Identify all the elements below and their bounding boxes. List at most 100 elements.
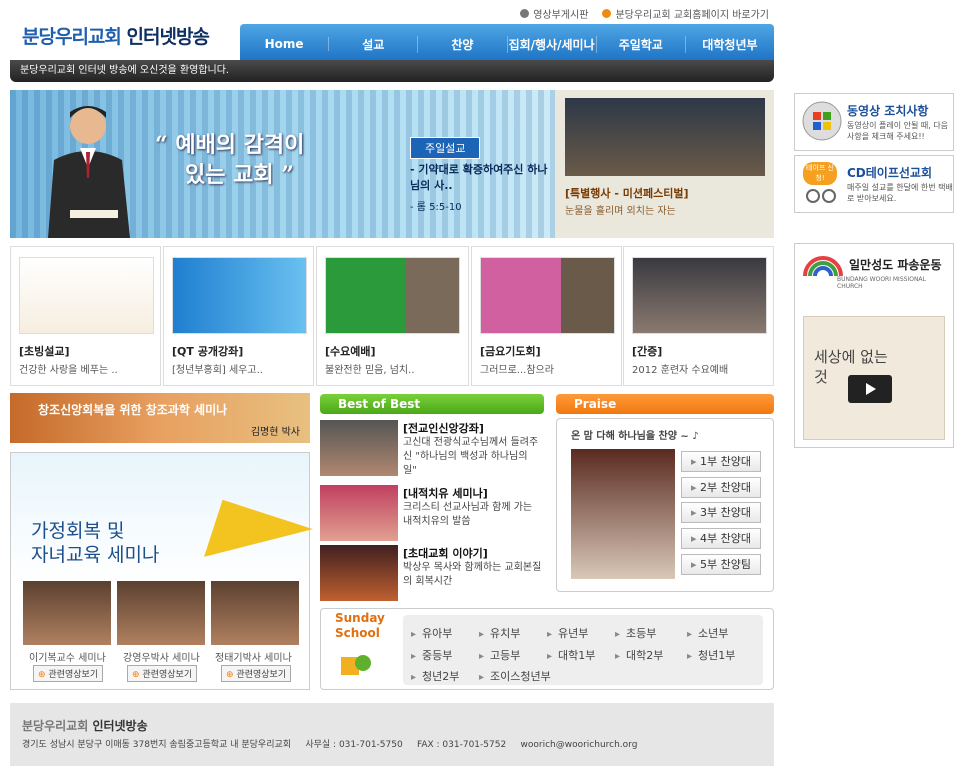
windows-media-icon [802,101,842,141]
tape-badge: 테이프 신청! [803,162,837,185]
arrow-icon: ▸ [690,481,697,494]
video-thumbnail [325,257,460,334]
video-thumbnail [19,257,154,334]
cassette-icon [806,189,836,203]
related-video-button[interactable]: ⊕ 관련영상보기 [33,665,104,682]
praise-header: Praise [556,394,774,414]
event-photo [565,98,765,176]
dept-link[interactable]: 초등부 [615,625,656,641]
nav-sermon[interactable]: 설교 [329,35,419,53]
dept-link[interactable]: 고등부 [479,647,520,663]
sunday-school-box: Sunday School 유아부 유치부 유년부 초등부 소년부 중등부 고등… [320,608,774,690]
logo-church-name: 분당우리교회 [22,26,122,48]
choir-1-button[interactable]: ▸ 1부 찬양대 [681,451,761,472]
sermon-title[interactable]: - 기약대로 확증하여주신 하나님의 사.. [410,162,550,194]
video-help-title: 동영상 조치사항 [847,104,929,118]
logo-broadcast: 인터넷방송 [126,26,210,48]
bullet-icon [602,9,612,18]
speaker-photo[interactable] [117,581,205,645]
video-thumbnail [480,257,615,334]
special-event-box[interactable]: [특별행사 - 미션페스티벌] 눈물을 흘리며 외치는 자는 [555,90,774,238]
dept-link[interactable]: 유아부 [411,625,452,641]
dept-link[interactable]: 유치부 [479,625,520,641]
dept-link[interactable]: 중등부 [411,647,452,663]
video-thumbnail [172,257,307,334]
dept-link[interactable]: 조이스청년부 [479,668,551,684]
best-item-photo [320,545,398,601]
dept-link[interactable]: 소년부 [687,625,728,641]
video-card-wednesday[interactable]: [수요예배] 불완전한 믿음, 넘치.. [316,246,469,386]
welcome-bar: 분당우리교회 인터넷 방송에 오신것을 환영합니다. [10,60,774,82]
play-button[interactable] [848,375,892,403]
sunday-school-logo: Sunday School [335,611,385,640]
related-video-button[interactable]: ⊕ 관련영상보기 [221,665,292,682]
choir-4-button[interactable]: ▸ 4부 찬양대 [681,528,761,549]
mission-banner[interactable]: 일만성도 파송운동 BUNDANG WOORI MISSIONAL CHURCH… [794,243,954,448]
toplink-homepage[interactable]: 분당우리교회 교회홈페이지 바로가기 [602,6,769,21]
best-item[interactable]: [전교인신앙강좌] 고신대 전광식교수님께서 들려주신 "하나님의 백성과 하나… [320,420,544,478]
dept-link[interactable]: 유년부 [547,625,588,641]
video-card-friday[interactable]: [금요기도회] 그러므로...참으라 [471,246,622,386]
cd-mission-banner[interactable]: 테이프 신청! CD테이프선교회 매주일 설교를 한달에 한번 택배로 받아보세… [794,155,954,213]
toplink-video-board[interactable]: 영상부게시판 [520,6,588,21]
bullet-icon [520,9,530,18]
best-item[interactable]: [내적치유 세미나] 크리스티 선교사님과 함께 가는 내적치유의 발씀 [320,485,544,543]
plus-icon: ⊕ [132,670,140,680]
top-links: 영상부게시판 분당우리교회 교회홈페이지 바로가기 [520,6,769,21]
nav-sunday-school[interactable]: 주일학교 [597,35,686,53]
speaker-photo[interactable] [23,581,111,645]
dept-link[interactable]: 대학2부 [615,647,663,663]
related-video-button[interactable]: ⊕ 관련영상보기 [127,665,198,682]
mission-title: 일만성도 파송운동 [849,258,942,272]
video-thumbnail [632,257,767,334]
best-item-photo [320,420,398,476]
praise-subtitle: 온 맘 다해 하나님을 찬양 ~ ♪ [571,431,699,442]
banner-quote: “ 예배의 감격이 있는 교회 ” [155,132,305,188]
choir-photo [571,449,675,579]
cd-title: CD테이프선교회 [847,166,933,180]
praise-box: 온 맘 다해 하나님을 찬양 ~ ♪ ▸ 1부 찬양대 ▸ 2부 찬양대 ▸ 3… [556,418,774,592]
nav-home[interactable]: Home [240,37,330,51]
choir-3-button[interactable]: ▸ 3부 찬양대 [681,502,761,523]
event-title: [특별행사 - 미션페스티벌] [565,187,689,200]
video-card-testimony[interactable]: [간증] 2012 훈련자 수요예배 [623,246,774,386]
sunday-sermon-badge[interactable]: 주일설교 [410,137,481,159]
footer-info: 경기도 성남시 분당구 이매동 378번지 송림중고등학교 내 분당우리교회 사… [22,740,638,750]
pastor-photo [48,106,130,238]
praise-team-5-button[interactable]: ▸ 5부 찬양팀 [681,554,761,575]
dept-link[interactable]: 청년1부 [687,647,735,663]
best-item-photo [320,485,398,541]
footer: 분당우리교회 인터넷방송 경기도 성남시 분당구 이매동 378번지 송림중고등… [10,703,774,766]
arrow-icon: ▸ [690,506,697,519]
choir-2-button[interactable]: ▸ 2부 찬양대 [681,477,761,498]
best-item[interactable]: [초대교회 이야기] 박상우 목사와 함께하는 교회본질의 회복시간 [320,545,544,603]
nav-praise[interactable]: 찬양 [418,35,508,53]
video-card-qt[interactable]: [QT 공개강좌] [청년부홍회] 세우고.. [163,246,314,386]
cd-desc: 매주일 설교를 한달에 한번 택배로 받아보세요. [847,183,953,203]
sermon-reference: - 롬 5:5-10 [410,202,462,213]
event-desc: 눈물을 흘리며 외치는 자는 [565,206,676,217]
nav-events[interactable]: 집회/행사/세미나 [508,35,597,53]
nav-college-youth[interactable]: 대학청년부 [686,36,774,53]
dept-link[interactable]: 대학1부 [547,647,595,663]
dept-link[interactable]: 청년2부 [411,668,459,684]
main-banner[interactable]: “ 예배의 감격이 있는 교회 ” 주일설교 - 기약대로 확증하여주신 하나님… [10,90,555,238]
best-of-best-header: Best of Best [320,394,544,414]
video-card-guest-sermon[interactable]: [초빙설교] 건강한 사랑을 베푸는 .. [10,246,161,386]
main-nav: Home 설교 찬양 집회/행사/세미나 주일학교 대학청년부 [240,24,774,64]
site-logo[interactable]: 분당우리교회 인터넷방송 [22,22,210,49]
family-seminar-title: 가정회복 및 자녀교육 세미나 [31,520,160,566]
book-cover: 세상에 없는 것 [803,316,945,440]
arrow-icon: ▸ [690,455,697,468]
paper-plane-icon [204,499,313,587]
speaker-photo[interactable] [211,581,299,645]
footer-title: 분당우리교회 인터넷방송 [22,719,148,733]
department-links: 유아부 유치부 유년부 초등부 소년부 중등부 고등부 대학1부 대학2부 청년… [403,615,763,685]
rainbow-logo-icon [803,256,843,277]
creation-seminar-banner[interactable]: 창조신앙회복을 위한 창조과학 세미나 김명현 박사 [10,393,310,443]
family-seminar-box: 가정회복 및 자녀교육 세미나 이기복교수 세미나 강영우박사 세미나 정태기박… [10,452,313,690]
mission-subtitle: BUNDANG WOORI MISSIONAL CHURCH [837,276,926,290]
arrow-icon: ▸ [690,558,697,571]
video-help-banner[interactable]: 동영상 조치사항 동영상이 플레이 안될 때, 다음사항을 체크해 주세요!! [794,93,954,151]
video-help-desc: 동영상이 플레이 안될 때, 다음사항을 체크해 주세요!! [847,121,949,141]
